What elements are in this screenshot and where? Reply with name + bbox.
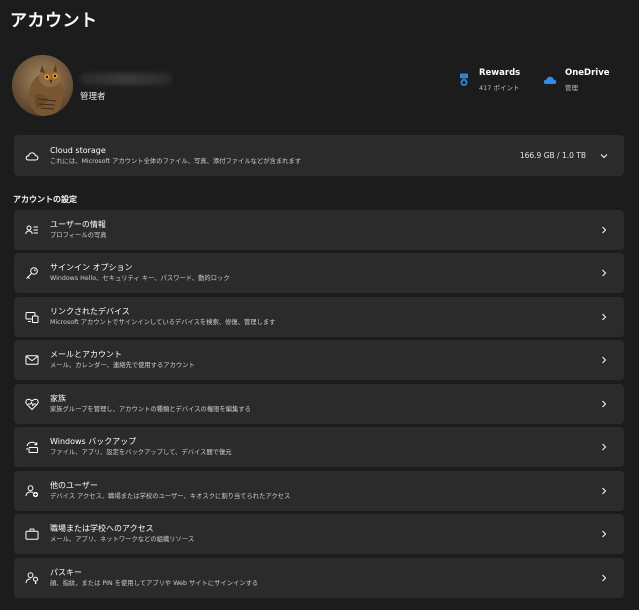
chevron-right-icon: [600, 269, 608, 277]
setting-work-school-access[interactable]: 職場または学校へのアクセス メール、アプリ、ネットワークなどの組織リソース: [14, 514, 624, 554]
storage-subtitle: これには、Microsoft アカウント全体のファイル、写真、添付ファイルなどが…: [50, 157, 302, 165]
chevron-down-icon[interactable]: [600, 152, 608, 160]
chevron-right-icon: [600, 443, 608, 451]
user-info-icon: [25, 223, 39, 237]
setting-subtitle: Microsoft アカウントでサインインしているデバイスを検索、修復、管理しま…: [50, 319, 276, 326]
chevron-right-icon: [600, 487, 608, 495]
setting-title: 他のユーザー: [50, 481, 98, 490]
chevron-right-icon: [600, 226, 608, 234]
owl-photo-icon: [12, 55, 73, 116]
rewards-link[interactable]: Rewards 417 ポイント: [457, 68, 520, 92]
setting-user-info[interactable]: ユーザーの情報 プロフィールの写真: [14, 210, 624, 250]
setting-family[interactable]: 家族 家族グループを管理し、アカウントの種類とデバイスの権限を編集する: [14, 384, 624, 424]
setting-subtitle: 家族グループを管理し、アカウントの種類とデバイスの権限を編集する: [50, 406, 251, 413]
onedrive-title: OneDrive: [565, 68, 610, 78]
onedrive-link[interactable]: OneDrive 管理: [543, 68, 610, 92]
rewards-points: 417 ポイント: [479, 84, 520, 92]
setting-title: Windows バックアップ: [50, 437, 137, 446]
avatar[interactable]: [12, 55, 73, 116]
rewards-title: Rewards: [479, 68, 521, 78]
setting-title: リンクされたデバイス: [50, 307, 130, 316]
setting-email-accounts[interactable]: メールとアカウント メール、カレンダー、連絡先で使用するアカウント: [14, 340, 624, 380]
user-name-redacted: [80, 73, 172, 85]
storage-title: Cloud storage: [50, 145, 106, 155]
setting-linked-devices[interactable]: リンクされたデバイス Microsoft アカウントでサインインしているデバイス…: [14, 297, 624, 337]
setting-subtitle: プロフィールの写真: [50, 232, 107, 239]
key-icon: [25, 266, 39, 280]
setting-subtitle: メール、カレンダー、連絡先で使用するアカウント: [50, 362, 195, 369]
setting-subtitle: メール、アプリ、ネットワークなどの組織リソース: [50, 536, 195, 543]
chevron-right-icon: [600, 313, 608, 321]
other-users-icon: [25, 484, 39, 498]
setting-title: パスキー: [50, 568, 82, 577]
setting-subtitle: 顔、指紋、または PIN を使用してアプリや Web サイトにサインインする: [50, 580, 259, 587]
onedrive-manage: 管理: [565, 84, 578, 92]
onedrive-cloud-icon: [543, 72, 557, 86]
chevron-right-icon: [600, 574, 608, 582]
setting-title: 家族: [50, 394, 66, 403]
setting-subtitle: Windows Hello、セキュリティ キー、パスワード、動的ロック: [50, 275, 230, 282]
chevron-right-icon: [600, 530, 608, 538]
setting-title: サインイン オプション: [50, 263, 133, 272]
chevron-right-icon: [600, 356, 608, 364]
family-heart-icon: [25, 397, 39, 411]
setting-windows-backup[interactable]: Windows バックアップ ファイル、アプリ、設定をバックアップして、デバイス…: [14, 427, 624, 467]
storage-usage: 166.9 GB / 1.0 TB: [519, 151, 586, 160]
cloud-storage-card[interactable]: Cloud storage これには、Microsoft アカウント全体のファイ…: [14, 135, 624, 176]
setting-title: ユーザーの情報: [50, 220, 106, 229]
setting-title: メールとアカウント: [50, 350, 122, 359]
chevron-right-icon: [600, 400, 608, 408]
backup-icon: [25, 440, 39, 454]
setting-passkeys[interactable]: パスキー 顔、指紋、または PIN を使用してアプリや Web サイトにサインイ…: [14, 558, 624, 598]
setting-subtitle: ファイル、アプリ、設定をバックアップして、デバイス間で復元: [50, 449, 232, 456]
cloud-icon: [25, 149, 39, 163]
setting-signin-options[interactable]: サインイン オプション Windows Hello、セキュリティ キー、パスワー…: [14, 253, 624, 293]
account-settings-heading: アカウントの設定: [13, 195, 77, 204]
briefcase-icon: [25, 527, 39, 541]
setting-subtitle: デバイス アクセス、職場または学校のユーザー、キオスクに割り当てられたアクセス: [50, 493, 291, 500]
passkey-icon: [25, 571, 39, 585]
page-title: アカウント: [10, 11, 98, 31]
setting-title: 職場または学校へのアクセス: [50, 524, 154, 533]
devices-icon: [25, 310, 39, 324]
rewards-icon: [457, 72, 471, 86]
user-role: 管理者: [80, 92, 106, 102]
mail-icon: [25, 353, 39, 367]
account-settings-page: アカウント 管理者 Rewards 417 ポイント OneDrive 管理 C…: [0, 0, 639, 610]
setting-other-users[interactable]: 他のユーザー デバイス アクセス、職場または学校のユーザー、キオスクに割り当てら…: [14, 471, 624, 511]
